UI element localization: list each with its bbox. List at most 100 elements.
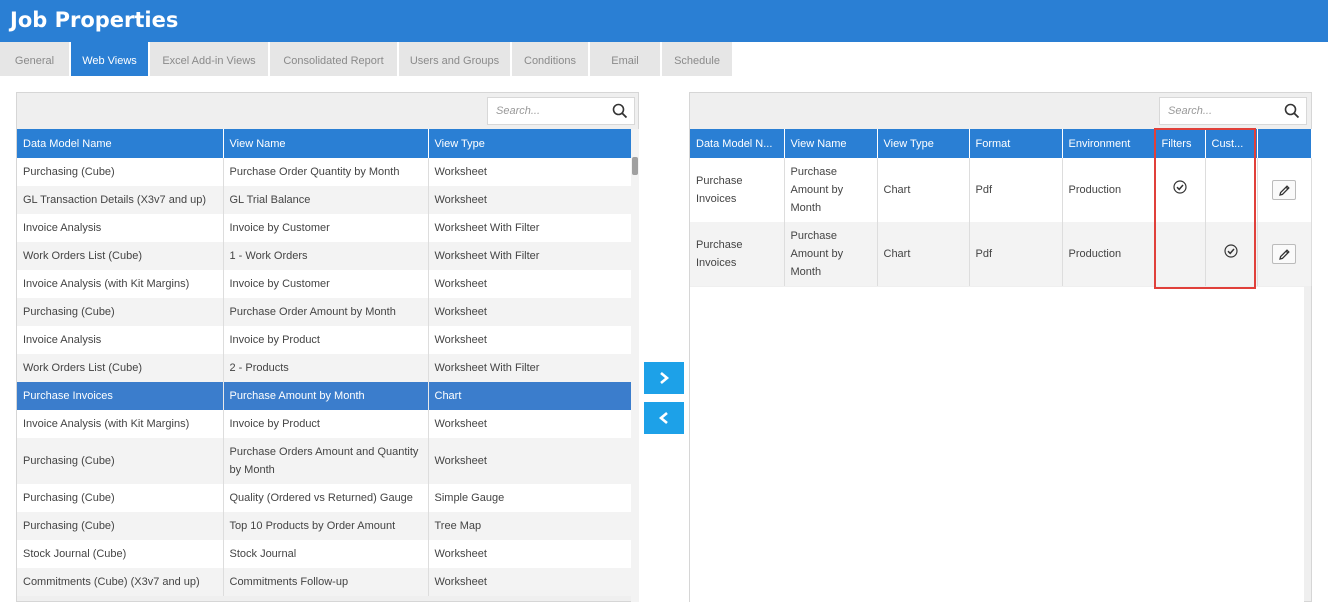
column-header-view-name[interactable]: View Name <box>223 129 429 158</box>
available-views-search[interactable] <box>487 97 635 125</box>
table-row[interactable]: Work Orders List (Cube) 1 - Work Orders Wo… <box>17 242 632 270</box>
cell-view-type: Chart <box>428 382 632 410</box>
cell-view-name: Purchase Amount by Month <box>223 382 429 410</box>
cell-data-model: Stock Journal (Cube) <box>17 540 224 568</box>
tab-email[interactable]: Email <box>590 42 662 76</box>
tab-web-views[interactable]: Web Views <box>71 42 150 76</box>
table-row-selected[interactable]: Purchase Invoices Purchase Amount by Mont… <box>17 382 632 410</box>
table-row[interactable]: Commitments (Cube) (X3v7 and up) Commitme… <box>17 568 632 596</box>
cell-view-name: 2 - Products <box>223 354 429 382</box>
cell-view-type: Worksheet <box>428 298 632 326</box>
tab-consolidated-report[interactable]: Consolidated Report <box>270 42 399 76</box>
cell-view-type: Tree Map <box>428 512 632 540</box>
edit-button[interactable] <box>1272 180 1296 200</box>
tab-users-and-groups[interactable]: Users and Groups <box>399 42 512 76</box>
cell-view-name: Quality (Ordered vs Returned) Gauge <box>223 484 429 512</box>
column-header-format[interactable]: Format <box>969 129 1063 158</box>
search-icon[interactable] <box>612 103 628 119</box>
tab-conditions[interactable]: Conditions <box>512 42 590 76</box>
edit-button[interactable] <box>1272 244 1296 264</box>
table-row[interactable]: Invoice Analysis (with Kit Margins) Invoi… <box>17 270 632 298</box>
cell-data-model: Purchasing (Cube) <box>17 484 224 512</box>
table-row[interactable]: GL Transaction Details (X3v7 and up) GL T… <box>17 186 632 214</box>
column-header-environment[interactable]: Environment <box>1062 129 1156 158</box>
cell-data-model: Work Orders List (Cube) <box>17 242 224 270</box>
cell-view-name: Purchase Order Amount by Month <box>223 298 429 326</box>
cell-format: Pdf <box>969 158 1063 222</box>
search-input[interactable] <box>488 98 608 124</box>
column-header-data-model-name[interactable]: Data Model N... <box>690 129 785 158</box>
cell-data-model: Purchasing (Cube) <box>17 158 224 186</box>
cell-view-name: Purchase Orders Amount and Quantity by M… <box>223 438 429 484</box>
table-row[interactable]: Purchasing (Cube) Quality (Ordered vs Ret… <box>17 484 632 512</box>
cell-view-type: Worksheet <box>428 540 632 568</box>
vertical-scrollbar[interactable] <box>631 129 639 602</box>
chevron-left-icon <box>658 412 668 424</box>
table-row[interactable]: Purchasing (Cube) Top 10 Products by Orde… <box>17 512 632 540</box>
cell-filters[interactable] <box>1155 222 1206 286</box>
cell-view-type: Worksheet <box>428 326 632 354</box>
table-header-row: Data Model N... View Name View Type Form… <box>690 129 1312 158</box>
cell-view-name: Stock Journal <box>223 540 429 568</box>
cell-view-name: Purchase Amount by Month <box>784 222 878 286</box>
cell-data-model: Invoice Analysis (with Kit Margins) <box>17 270 224 298</box>
cell-view-name: Top 10 Products by Order Amount <box>223 512 429 540</box>
table-row[interactable]: Invoice Analysis (with Kit Margins) Invoi… <box>17 410 632 438</box>
check-circle-icon <box>1224 244 1238 258</box>
available-views-panel: Data Model Name View Name View Type Purc… <box>16 92 639 602</box>
remove-view-button[interactable] <box>644 402 684 434</box>
table-header-row: Data Model Name View Name View Type <box>17 129 632 158</box>
table-row[interactable]: Purchase Invoices Purchase Amount by Mon… <box>690 158 1312 222</box>
cell-view-name: Purchase Amount by Month <box>784 158 878 222</box>
cell-custom[interactable] <box>1205 222 1258 286</box>
cell-data-model: Purchase Invoices <box>690 222 785 286</box>
cell-data-model: Commitments (Cube) (X3v7 and up) <box>17 568 224 596</box>
tab-schedule[interactable]: Schedule <box>662 42 734 76</box>
cell-view-name: Invoice by Product <box>223 410 429 438</box>
scrollbar-thumb[interactable] <box>632 157 638 175</box>
table-row[interactable]: Invoice Analysis Invoice by Product Worksh… <box>17 326 632 354</box>
tab-excel-add-in-views[interactable]: Excel Add-in Views <box>150 42 270 76</box>
cell-view-type: Worksheet With Filter <box>428 242 632 270</box>
cell-view-type: Worksheet <box>428 438 632 484</box>
column-header-view-type[interactable]: View Type <box>428 129 632 158</box>
cell-view-name: Invoice by Customer <box>223 214 429 242</box>
table-row[interactable]: Purchasing (Cube) Purchase Orders Amount … <box>17 438 632 484</box>
cell-data-model: Work Orders List (Cube) <box>17 354 224 382</box>
title-bar: Job Properties <box>0 0 1328 42</box>
cell-data-model: GL Transaction Details (X3v7 and up) <box>17 186 224 214</box>
cell-environment: Production <box>1062 222 1156 286</box>
selected-views-search[interactable] <box>1159 97 1307 125</box>
available-views-table: Data Model Name View Name View Type Purc… <box>17 129 632 596</box>
cell-view-name: 1 - Work Orders <box>223 242 429 270</box>
table-row[interactable]: Purchase Invoices Purchase Amount by Mon… <box>690 222 1312 286</box>
cell-view-name: Invoice by Customer <box>223 270 429 298</box>
table-row[interactable]: Invoice Analysis Invoice by Customer Works… <box>17 214 632 242</box>
table-row[interactable]: Work Orders List (Cube) 2 - Products Works… <box>17 354 632 382</box>
cell-data-model: Purchasing (Cube) <box>17 512 224 540</box>
column-header-data-model-name[interactable]: Data Model Name <box>17 129 224 158</box>
table-row[interactable]: Purchasing (Cube) Purchase Order Quantity… <box>17 158 632 186</box>
column-header-view-type[interactable]: View Type <box>877 129 970 158</box>
column-header-view-name[interactable]: View Name <box>784 129 878 158</box>
table-row[interactable]: Purchasing (Cube) Purchase Order Amount b… <box>17 298 632 326</box>
search-icon[interactable] <box>1284 103 1300 119</box>
cell-filters[interactable] <box>1155 158 1206 222</box>
search-input[interactable] <box>1160 98 1280 124</box>
add-view-button[interactable] <box>644 362 684 394</box>
cell-view-name: GL Trial Balance <box>223 186 429 214</box>
cell-data-model: Purchasing (Cube) <box>17 438 224 484</box>
cell-actions <box>1257 222 1312 286</box>
pencil-icon <box>1279 185 1290 196</box>
column-header-filters[interactable]: Filters <box>1155 129 1206 158</box>
cell-view-type: Worksheet With Filter <box>428 354 632 382</box>
tab-general[interactable]: General <box>0 42 71 76</box>
cell-view-type: Worksheet <box>428 158 632 186</box>
table-row[interactable]: Stock Journal (Cube) Stock Journal Workshe… <box>17 540 632 568</box>
column-header-custom[interactable]: Cust... <box>1205 129 1258 158</box>
cell-data-model: Invoice Analysis <box>17 326 224 354</box>
cell-data-model: Invoice Analysis (with Kit Margins) <box>17 410 224 438</box>
window-title: Job Properties <box>10 8 179 32</box>
cell-custom[interactable] <box>1205 158 1258 222</box>
cell-view-type: Worksheet <box>428 186 632 214</box>
